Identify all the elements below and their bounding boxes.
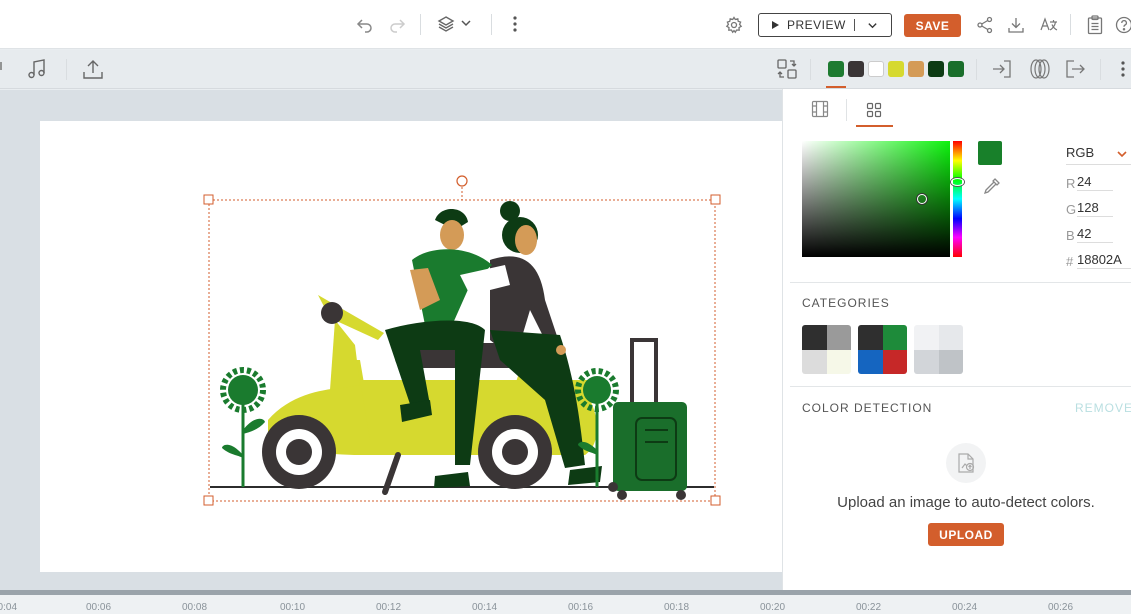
categories-title: CATEGORIES <box>802 296 890 310</box>
saturation-picker[interactable] <box>802 141 950 257</box>
hex-label: # <box>1066 254 1074 269</box>
upload-icon[interactable] <box>81 57 105 81</box>
layers-icon[interactable] <box>436 14 456 34</box>
swap-colors-icon[interactable] <box>775 57 799 81</box>
share-icon[interactable] <box>975 15 995 35</box>
play-icon <box>772 21 779 29</box>
color-swatch[interactable] <box>888 61 904 77</box>
partial-icon <box>0 58 4 80</box>
more-icon[interactable] <box>1118 58 1128 80</box>
tab-frames-icon[interactable] <box>810 99 830 119</box>
timeline-tick: 00:08 <box>182 602 208 613</box>
download-icon[interactable] <box>1006 15 1026 35</box>
g-label: G <box>1066 202 1077 217</box>
more-icon[interactable] <box>508 14 522 34</box>
redo-icon[interactable] <box>387 15 407 35</box>
timeline[interactable]: 00:04 00:06 00:08 00:10 00:12 00:14 00:16 00:18… <box>0 590 1131 614</box>
selected-swatch-indicator <box>826 86 846 88</box>
remove-button[interactable]: REMOVE <box>1075 401 1131 415</box>
hex-input[interactable]: 18802A <box>1077 252 1131 269</box>
upload-button[interactable]: UPLOAD <box>928 523 1004 546</box>
g-input[interactable]: 128 <box>1077 200 1113 217</box>
b-label: B <box>1066 228 1075 243</box>
chevron-down-icon[interactable] <box>459 16 473 30</box>
timeline-tick: 00:06 <box>86 602 112 613</box>
resize-handle-bottom-left[interactable] <box>203 495 214 506</box>
timeline-track[interactable] <box>0 590 1131 595</box>
notes-icon[interactable] <box>1085 14 1105 36</box>
category-swatch-light[interactable] <box>914 325 963 374</box>
translate-icon[interactable] <box>1038 14 1060 36</box>
timeline-tick: 00:16 <box>568 602 594 613</box>
r-input[interactable]: 24 <box>1077 174 1113 191</box>
timeline-tick: 00:04 <box>0 602 18 613</box>
color-swatch[interactable] <box>868 61 884 77</box>
hue-handle[interactable] <box>951 178 964 186</box>
undo-icon[interactable] <box>355 15 375 35</box>
timeline-tick: 00:10 <box>280 602 306 613</box>
illustration-scooter-couple[interactable] <box>200 170 730 515</box>
color-swatch[interactable] <box>848 61 864 77</box>
exit-icon[interactable] <box>1063 57 1087 81</box>
active-tab-indicator <box>856 125 893 127</box>
preview-button[interactable]: PREVIEW <box>758 13 892 37</box>
rings-icon[interactable] <box>1027 57 1053 81</box>
music-icon[interactable] <box>25 57 49 81</box>
color-swatch[interactable] <box>908 61 924 77</box>
gear-icon[interactable] <box>724 15 744 35</box>
timeline-tick: 00:14 <box>472 602 498 613</box>
category-swatch-grays[interactable] <box>802 325 851 374</box>
chevron-down-icon[interactable] <box>1116 149 1128 159</box>
timeline-tick: 00:12 <box>376 602 402 613</box>
r-label: R <box>1066 176 1076 191</box>
current-color-swatch <box>978 141 1002 165</box>
help-icon[interactable] <box>1114 15 1131 35</box>
preview-label: PREVIEW <box>787 18 846 32</box>
timeline-tick: 00:24 <box>952 602 978 613</box>
timeline-tick: 00:18 <box>664 602 690 613</box>
timeline-tick: 00:20 <box>760 602 786 613</box>
category-swatch-primary[interactable] <box>858 325 907 374</box>
resize-handle-bottom-right[interactable] <box>710 495 721 506</box>
color-swatch[interactable] <box>948 61 964 77</box>
eyedropper-icon[interactable] <box>982 176 1002 196</box>
suitcase <box>608 338 687 500</box>
top-bar: PREVIEW SAVE <box>0 0 1131 49</box>
picker-cursor[interactable] <box>917 194 927 204</box>
flower-left <box>220 367 266 413</box>
color-mode-value: RGB <box>1066 145 1095 160</box>
resize-handle-top-left[interactable] <box>203 194 214 205</box>
enter-icon[interactable] <box>990 57 1014 81</box>
timeline-tick: 00:26 <box>1048 602 1074 613</box>
rotate-handle[interactable] <box>456 175 468 187</box>
color-mode-select[interactable]: RGB <box>1066 145 1131 165</box>
color-swatch[interactable] <box>928 61 944 77</box>
color-detection-title: COLOR DETECTION <box>802 401 933 415</box>
save-button[interactable]: SAVE <box>904 14 961 37</box>
resize-handle-top-right[interactable] <box>710 194 721 205</box>
b-input[interactable]: 42 <box>1077 226 1113 243</box>
chevron-down-icon[interactable] <box>867 20 878 31</box>
timeline-tick: 00:22 <box>856 602 882 613</box>
color-swatch[interactable] <box>828 61 844 77</box>
upload-hint: Upload an image to auto-detect colors. <box>837 494 1095 511</box>
image-upload-icon[interactable] <box>946 443 986 483</box>
hue-slider[interactable] <box>953 141 962 257</box>
flower-right <box>575 368 619 412</box>
tab-grid-icon[interactable] <box>864 100 884 120</box>
